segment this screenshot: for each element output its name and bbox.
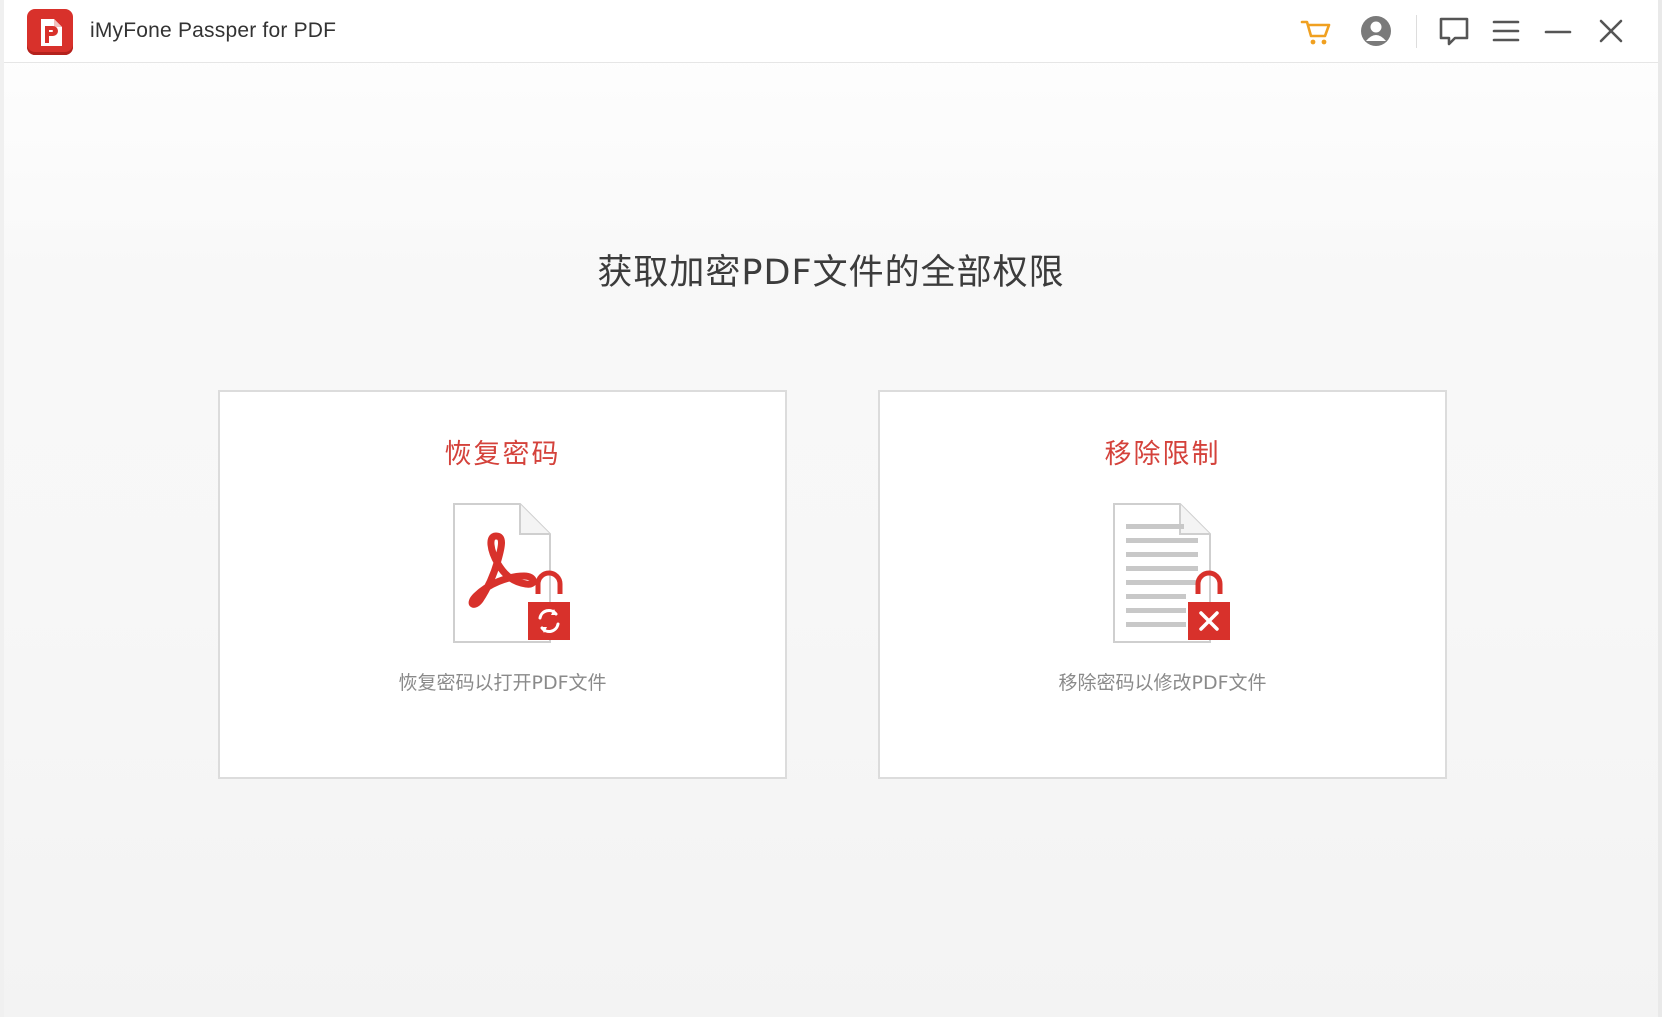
remove-restrictions-card[interactable]: 移除限制 移除密码以修改PDF文件	[878, 390, 1447, 779]
cart-icon[interactable]	[1297, 12, 1335, 50]
title-bar: iMyFone Passper for PDF	[4, 0, 1658, 63]
card-description: 移除密码以修改PDF文件	[1058, 672, 1267, 694]
menu-icon[interactable]	[1487, 12, 1525, 50]
card-title: 恢复密码	[444, 439, 561, 470]
page-title: 获取加密PDF文件的全部权限	[597, 253, 1065, 293]
account-icon[interactable]	[1357, 12, 1395, 50]
card-title: 移除限制	[1104, 439, 1221, 470]
app-logo-icon	[27, 9, 73, 55]
minimize-icon[interactable]	[1539, 12, 1577, 50]
recover-password-card[interactable]: 恢复密码 恢复密码以打开PDF文件	[218, 390, 787, 779]
toolbar-divider	[1416, 15, 1417, 48]
app-window: iMyFone Passper for PDF 获取加密PDF文件的全部权限 恢…	[0, 0, 1662, 1017]
card-description: 恢复密码以打开PDF文件	[398, 672, 607, 694]
document-lock-remove-icon	[1112, 502, 1238, 644]
close-icon[interactable]	[1592, 12, 1630, 50]
feedback-icon[interactable]	[1435, 12, 1473, 50]
app-title: iMyFone Passper for PDF	[90, 19, 337, 42]
pdf-lock-refresh-icon	[452, 502, 578, 644]
